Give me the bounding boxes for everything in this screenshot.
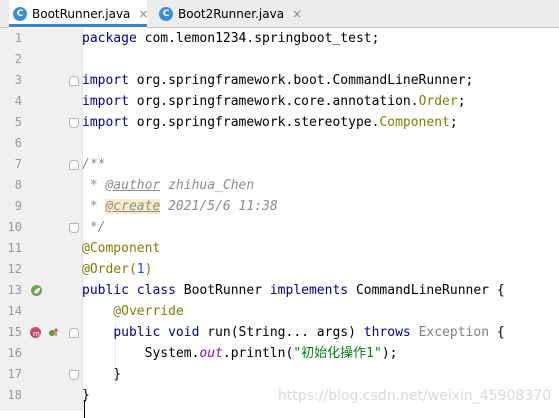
- code-text: System.: [82, 346, 200, 361]
- code-line-17: 17 }: [0, 364, 559, 385]
- line-number: 16: [7, 346, 22, 360]
- static-field: out: [199, 346, 223, 361]
- annotation: @Component: [82, 241, 161, 256]
- comment: *: [82, 199, 106, 214]
- fold-marker-icon[interactable]: [69, 76, 79, 86]
- method-signature: run(String... args): [199, 325, 364, 340]
- keyword: public class: [82, 283, 176, 298]
- java-class-icon: C: [159, 6, 173, 21]
- line-number: 12: [7, 262, 22, 276]
- line-number: 18: [7, 388, 22, 402]
- fold-marker-icon[interactable]: [69, 118, 79, 128]
- class-name: BootRunner: [175, 283, 270, 298]
- line-number: 17: [7, 367, 22, 381]
- fold-marker-icon[interactable]: [69, 328, 79, 338]
- text-caret: [84, 400, 85, 418]
- code-editor[interactable]: 1 package com.lemon1234.springboot_test;…: [0, 28, 559, 418]
- code-text: ;: [449, 115, 458, 130]
- line-number: 14: [7, 304, 22, 318]
- fold-marker-icon[interactable]: [69, 160, 79, 170]
- line-number: 7: [14, 157, 22, 171]
- watermark: https://blog.csdn.net/weixin_45908370: [277, 388, 551, 404]
- class-name: Component: [379, 115, 450, 130]
- code-line-13: 13 public class BootRunner implements Co…: [0, 280, 559, 301]
- keyword: import: [82, 115, 129, 130]
- code-line-2: 2: [0, 49, 559, 70]
- code-text: com.lemon1234.springboot_test;: [136, 31, 380, 46]
- code-text: .println(: [222, 346, 294, 361]
- line-number: 6: [14, 136, 22, 150]
- spring-bean-icon[interactable]: [31, 285, 42, 296]
- tab-label: Boot2Runner.java: [178, 6, 285, 21]
- fold-marker-icon[interactable]: [69, 370, 79, 380]
- keyword: import: [82, 73, 129, 88]
- code-line-14: 14 @Override: [0, 301, 559, 322]
- implements-method-icon[interactable]: [48, 327, 59, 338]
- line-number: 11: [7, 241, 22, 255]
- code-line-11: 11 @Component: [0, 238, 559, 259]
- keyword: implements: [269, 283, 349, 298]
- comment: 2021/5/6 11:38: [160, 199, 278, 214]
- comment: zhihua_Chen: [160, 178, 255, 193]
- annotation: ): [144, 262, 153, 277]
- exception-name: Exception: [410, 325, 490, 340]
- code-line-10: 10 */: [0, 217, 559, 238]
- keyword: package: [82, 31, 137, 46]
- code-text: );: [381, 346, 398, 361]
- line-number: 3: [14, 73, 22, 87]
- line-number: 15: [7, 325, 22, 339]
- svg-text:m: m: [33, 330, 40, 337]
- number-literal: 1: [136, 262, 145, 277]
- code-line-1: 1 package com.lemon1234.springboot_test;: [0, 28, 559, 49]
- line-number: 8: [14, 178, 22, 192]
- code-line-8: 8 * @author zhihua_Chen: [0, 175, 559, 196]
- code-text: CommandLineRunner {: [348, 283, 505, 298]
- code-text: ;: [457, 94, 466, 109]
- comment: /**: [82, 157, 106, 172]
- keyword: public void: [113, 325, 200, 340]
- code-text: org.springframework.core.annotation.: [128, 94, 419, 109]
- code-text: {: [489, 325, 505, 340]
- code-line-6: 6: [0, 133, 559, 154]
- line-number: 2: [14, 52, 22, 66]
- comment: *: [82, 178, 106, 193]
- code-line-12: 12 @Order(1): [0, 259, 559, 280]
- line-number: 9: [14, 199, 22, 213]
- annotation: @Order(: [82, 262, 137, 277]
- keyword: import: [82, 94, 129, 109]
- code-line-5: 5 import org.springframework.stereotype.…: [0, 112, 559, 133]
- keyword: throws: [363, 325, 411, 340]
- line-number: 10: [7, 220, 22, 234]
- fold-marker-icon[interactable]: [69, 223, 79, 233]
- code-line-15: 15 public void run(String... args) throw…: [0, 322, 559, 343]
- java-class-icon: C: [13, 7, 27, 21]
- tab-bootrunner[interactable]: C BootRunner.java ×: [9, 0, 148, 28]
- code-line-3: 3 import org.springframework.boot.Comman…: [0, 70, 559, 91]
- code-text: }: [82, 367, 122, 382]
- code-line-7: 7 /**: [0, 154, 559, 175]
- line-number: 4: [14, 94, 22, 108]
- line-number: 1: [14, 31, 22, 45]
- code-line-9: 9 * @create 2021/5/6 11:38: [0, 196, 559, 217]
- tab-label: BootRunner.java: [32, 7, 131, 21]
- code-line-16: 16 System.out.println("初始化操作1");: [0, 343, 559, 364]
- code-line-4: 4 import org.springframework.core.annota…: [0, 91, 559, 112]
- string-literal: "初始化操作1": [293, 346, 382, 361]
- line-number: 5: [14, 115, 22, 129]
- code-text: org.springframework.boot.CommandLineRunn…: [128, 73, 474, 88]
- code-text: org.springframework.stereotype.: [128, 115, 380, 130]
- close-icon[interactable]: ×: [138, 7, 148, 21]
- tab-boot2runner[interactable]: C Boot2Runner.java ×: [155, 0, 303, 27]
- class-name: Order: [418, 94, 458, 109]
- annotation: @Override: [82, 304, 184, 319]
- close-icon[interactable]: ×: [292, 7, 302, 21]
- override-method-icon[interactable]: m: [30, 327, 41, 338]
- editor-tab-bar: C BootRunner.java × C Boot2Runner.java ×: [0, 0, 559, 28]
- line-number: 13: [7, 283, 22, 297]
- javadoc-tag: @author: [105, 178, 161, 193]
- comment: */: [82, 220, 106, 235]
- javadoc-tag: @create: [105, 199, 161, 214]
